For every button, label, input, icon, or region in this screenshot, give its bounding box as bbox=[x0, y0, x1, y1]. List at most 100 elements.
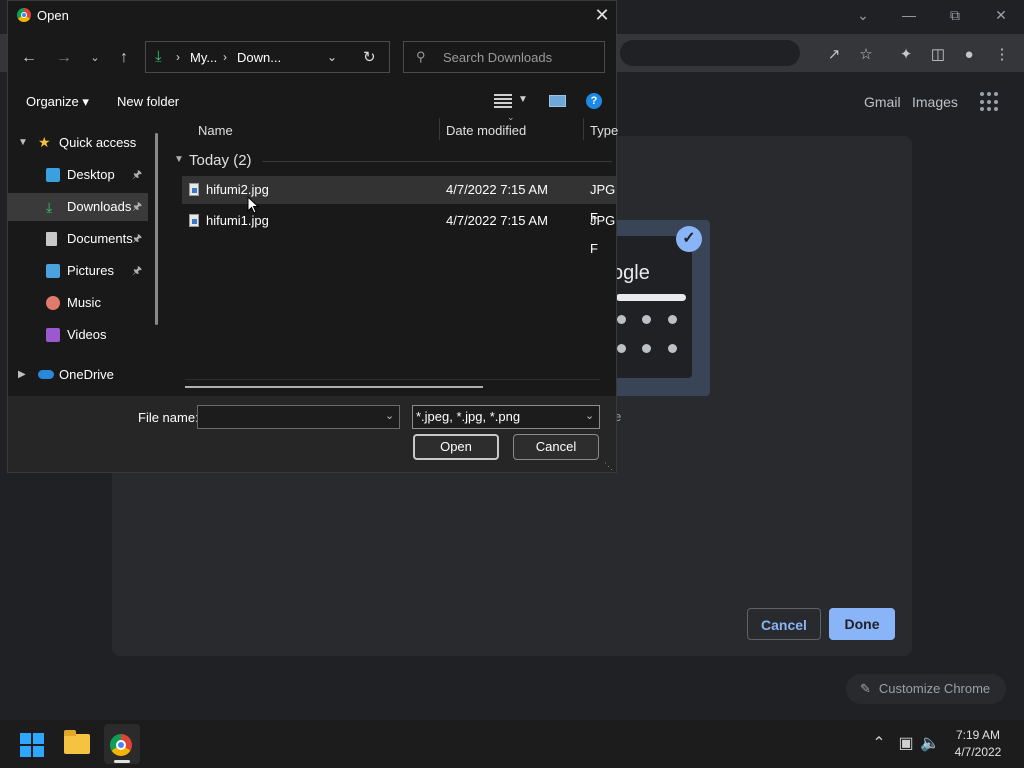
nav-label: Downloads bbox=[67, 199, 132, 214]
nav-label: Desktop bbox=[67, 167, 115, 182]
volume-icon[interactable]: 🔈 bbox=[920, 734, 940, 754]
network-icon[interactable]: ▣ bbox=[896, 734, 916, 754]
column-divider[interactable] bbox=[439, 118, 440, 140]
column-header-date[interactable]: Date modified bbox=[446, 123, 526, 138]
breadcrumb-chevron-icon[interactable]: › bbox=[176, 50, 180, 64]
pencil-icon: ✎ bbox=[860, 681, 871, 696]
share-icon[interactable]: ↗ bbox=[823, 44, 845, 66]
chrome-icon bbox=[110, 734, 132, 756]
breadcrumb-segment[interactable]: My... bbox=[190, 50, 217, 65]
view-options-icon[interactable] bbox=[494, 92, 512, 108]
breadcrumb-chevron-icon[interactable]: › bbox=[223, 50, 227, 64]
clock-time[interactable]: 7:19 AM bbox=[940, 728, 1016, 742]
file-date: 4/7/2022 7:15 AM bbox=[446, 213, 548, 228]
horizontal-scrollbar[interactable] bbox=[185, 386, 483, 388]
nav-item-downloads[interactable]: ⤓ Downloads 🖈 bbox=[8, 193, 148, 221]
filter-dropdown-chevron-icon[interactable]: ⌄ bbox=[585, 409, 594, 422]
nav-item-onedrive[interactable]: ▶ OneDrive bbox=[8, 361, 148, 389]
gmail-link[interactable]: Gmail bbox=[864, 94, 901, 110]
back-arrow-icon[interactable]: ← bbox=[18, 47, 40, 69]
pin-icon: 🖈 bbox=[132, 169, 143, 181]
star-icon: ★ bbox=[38, 134, 51, 150]
image-file-icon bbox=[189, 214, 199, 227]
show-hidden-icons-chevron-icon[interactable]: ⌃ bbox=[870, 734, 888, 754]
sort-chevron-icon: ⌄ bbox=[507, 112, 515, 122]
nav-label: OneDrive bbox=[59, 367, 114, 382]
pin-icon: 🖈 bbox=[132, 201, 143, 213]
bookmark-star-icon[interactable]: ☆ bbox=[855, 44, 877, 66]
file-type-filter-select[interactable]: *.jpeg, *.jpg, *.png bbox=[412, 405, 600, 429]
group-collapse-chevron-icon[interactable]: ▼ bbox=[174, 154, 184, 165]
tile-dot bbox=[642, 344, 651, 353]
filename-input[interactable] bbox=[197, 405, 400, 429]
tile-dot bbox=[642, 315, 651, 324]
nav-item-desktop[interactable]: Desktop 🖈 bbox=[8, 161, 148, 189]
group-header-today[interactable]: Today (2) bbox=[189, 152, 252, 169]
up-arrow-icon[interactable]: ↑ bbox=[113, 47, 135, 69]
windows-start-icon[interactable] bbox=[20, 733, 44, 757]
nav-label: Videos bbox=[67, 327, 107, 342]
nav-scrollbar[interactable] bbox=[155, 133, 158, 325]
forward-arrow-icon[interactable]: → bbox=[53, 47, 75, 69]
selected-check-icon: ✓ bbox=[676, 226, 702, 252]
tile-dot bbox=[617, 344, 626, 353]
onedrive-cloud-icon bbox=[38, 370, 54, 379]
file-explorer-icon[interactable] bbox=[64, 730, 90, 754]
tile-dot bbox=[668, 315, 677, 324]
omnibox[interactable] bbox=[620, 40, 800, 66]
expand-chevron-icon[interactable]: ▶ bbox=[18, 361, 26, 389]
chrome-icon bbox=[17, 8, 31, 22]
profile-icon[interactable]: ● bbox=[958, 44, 980, 66]
horizontal-scroll-track bbox=[185, 379, 600, 380]
menu-icon[interactable]: ⋮ bbox=[991, 44, 1013, 66]
dialog-title: Open bbox=[37, 8, 69, 23]
help-icon[interactable]: ? bbox=[586, 93, 602, 109]
nav-label: Documents bbox=[67, 231, 133, 246]
organize-button[interactable]: Organize ▾ bbox=[26, 94, 89, 110]
breadcrumb-segment[interactable]: Down... bbox=[237, 50, 281, 65]
view-dropdown-icon[interactable]: ▼ bbox=[518, 94, 528, 105]
close-icon[interactable]: ✕ bbox=[592, 5, 612, 25]
nav-quick-access[interactable]: ▼ ★ Quick access bbox=[8, 129, 148, 157]
nav-item-music[interactable]: Music bbox=[8, 289, 148, 317]
column-header-name[interactable]: Name bbox=[198, 123, 233, 138]
preview-pane-icon[interactable] bbox=[549, 95, 566, 107]
mouse-cursor-icon bbox=[247, 196, 260, 214]
column-header-type[interactable]: Type bbox=[590, 123, 618, 138]
apps-grid-icon[interactable] bbox=[980, 92, 1000, 112]
download-icon: ⤓ bbox=[155, 48, 162, 65]
customize-chrome-label: Customize Chrome bbox=[878, 681, 991, 696]
desktop-icon bbox=[46, 168, 60, 182]
close-window-icon[interactable]: ✕ bbox=[986, 4, 1016, 26]
active-app-indicator bbox=[114, 760, 130, 763]
file-type: JPG F bbox=[590, 213, 616, 256]
resize-grip-icon[interactable]: ⋱ bbox=[604, 461, 613, 472]
column-divider[interactable] bbox=[583, 118, 584, 140]
new-folder-button[interactable]: New folder bbox=[117, 94, 179, 109]
chrome-done-button[interactable]: Done bbox=[829, 608, 895, 640]
filename-label: File name: bbox=[138, 410, 199, 425]
nav-item-videos[interactable]: Videos bbox=[8, 321, 148, 349]
search-input[interactable]: Search Downloads bbox=[443, 50, 552, 65]
tile-dot bbox=[668, 344, 677, 353]
refresh-icon[interactable]: ↻ bbox=[363, 48, 376, 66]
filename-dropdown-chevron-icon[interactable]: ⌄ bbox=[385, 409, 394, 422]
images-link[interactable]: Images bbox=[912, 94, 958, 110]
file-date: 4/7/2022 7:15 AM bbox=[446, 182, 548, 197]
nav-item-pictures[interactable]: Pictures 🖈 bbox=[8, 257, 148, 285]
open-button[interactable]: Open bbox=[413, 434, 499, 460]
side-panel-icon[interactable]: ◫ bbox=[927, 44, 949, 66]
address-history-chevron-icon[interactable]: ⌄ bbox=[327, 50, 337, 64]
cancel-button[interactable]: Cancel bbox=[513, 434, 599, 460]
collapse-chevron-icon[interactable]: ▼ bbox=[18, 129, 28, 157]
minimize-icon[interactable]: — bbox=[894, 4, 924, 26]
recent-locations-chevron-icon[interactable]: ⌄ bbox=[84, 47, 106, 69]
restore-icon[interactable]: ⧉ bbox=[940, 4, 970, 26]
extensions-icon[interactable]: ✦ bbox=[895, 44, 917, 66]
tab-search-icon[interactable]: ⌄ bbox=[848, 4, 878, 26]
clock-date[interactable]: 4/7/2022 bbox=[940, 745, 1016, 759]
chrome-cancel-button[interactable]: Cancel bbox=[747, 608, 821, 640]
nav-label: Pictures bbox=[67, 263, 114, 278]
customize-chrome-button[interactable]: ✎ Customize Chrome bbox=[846, 674, 1006, 704]
nav-item-documents[interactable]: Documents 🖈 bbox=[8, 225, 148, 253]
